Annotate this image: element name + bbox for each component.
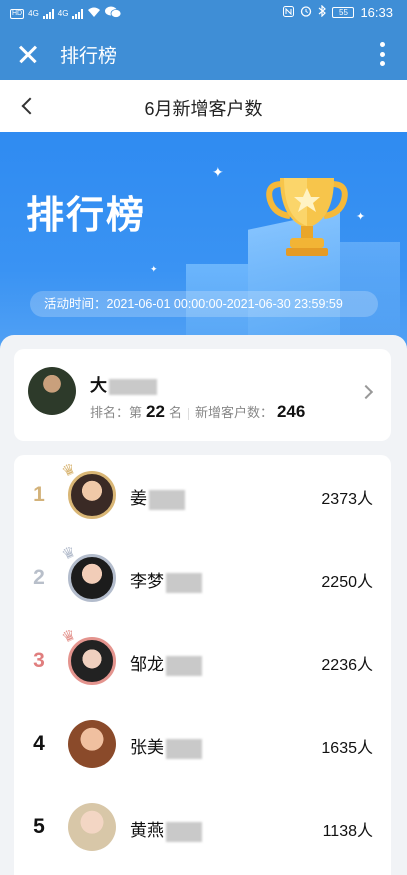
hd-badge: HD — [10, 8, 25, 19]
member-name: 黄燕 — [130, 816, 202, 842]
my-name: 大 — [90, 371, 157, 396]
member-name-text: 李梦 — [130, 572, 164, 591]
name-mask — [166, 738, 202, 759]
sparkle-icon: ✦ — [356, 211, 366, 223]
rank-number: 3 — [33, 649, 45, 672]
member-value: 2373人 — [321, 491, 373, 508]
list-item[interactable]: 4 张美 1635人 — [14, 704, 391, 787]
member-name-text: 张美 — [130, 738, 164, 757]
activity-time: 活动时间：2021-06-01 00:00:00-2021-06-30 23:5… — [30, 291, 378, 317]
my-name-text: 大 — [90, 376, 107, 395]
rank-prefix: 排名：第 — [90, 405, 143, 420]
my-metric-value: 246 — [276, 402, 306, 421]
more-options-icon[interactable] — [379, 42, 385, 66]
member-name-text: 黄燕 — [130, 821, 164, 840]
status-right: 55 16:33 — [283, 4, 393, 20]
rank-suffix: 名 — [168, 405, 182, 420]
member-name: 姜 — [130, 484, 185, 510]
network-label: 4G — [57, 9, 69, 18]
ranking-list: 1 ♛ 姜 2373人 2 ♛ 李梦 2250人 3 ♛ 邹龙 2236人 4 … — [14, 455, 391, 875]
member-name-text: 姜 — [130, 489, 147, 508]
nfc-icon — [283, 5, 295, 20]
trophy-icon — [266, 178, 348, 256]
sparkle-icon: ✦ — [212, 164, 224, 180]
chevron-right-icon[interactable] — [358, 384, 374, 400]
name-mask — [166, 821, 202, 842]
wifi-icon — [87, 7, 101, 21]
member-name: 张美 — [130, 733, 202, 759]
list-item[interactable]: 2 ♛ 李梦 2250人 — [14, 538, 391, 621]
my-stats: 排名：第 22 名新增客户数： 246 — [90, 402, 309, 422]
rank-number: 1 — [33, 483, 45, 506]
member-name-text: 邹龙 — [130, 655, 164, 674]
close-icon[interactable] — [14, 40, 42, 68]
name-mask — [149, 489, 185, 510]
name-mask — [166, 655, 202, 676]
avatar — [68, 554, 116, 602]
network-label: 4G — [28, 9, 39, 18]
divider — [187, 407, 189, 420]
my-rank-value: 22 — [146, 402, 165, 421]
avatar — [68, 803, 116, 851]
signal-icon — [42, 8, 54, 19]
avatar — [68, 720, 116, 768]
banner-title: 排行榜 — [26, 195, 147, 237]
member-value: 1138人 — [322, 823, 373, 840]
avatar — [68, 637, 116, 685]
member-name: 邹龙 — [130, 650, 202, 676]
bluetooth-icon — [318, 4, 327, 20]
list-item[interactable]: 3 ♛ 邹龙 2236人 — [14, 621, 391, 704]
signal-icon — [72, 8, 84, 19]
member-value: 1635人 — [321, 740, 373, 757]
status-left: HD 4G 4G — [10, 6, 122, 21]
app-title: 排行榜 — [60, 46, 118, 67]
name-mask — [166, 572, 202, 593]
content-area: 大 排名：第 22 名新增客户数： 246 1 ♛ 姜 2373人 2 ♛ 李梦 22… — [0, 335, 407, 875]
battery-icon: 55 — [332, 7, 355, 18]
leaderboard-banner: ✦ ✦ ✦ 排行榜 活动时间：2021-06-01 00:00:00-2021-… — [0, 132, 407, 362]
status-bar: HD 4G 4G 55 16:33 — [0, 0, 407, 28]
rank-number: 2 — [33, 566, 45, 589]
member-value: 2236人 — [321, 657, 373, 674]
list-item[interactable]: 1 ♛ 姜 2373人 — [14, 455, 391, 538]
page-title: 6月新增客户数 — [144, 99, 263, 119]
sparkle-icon: ✦ — [150, 264, 158, 274]
member-value: 2250人 — [321, 574, 373, 591]
avatar — [28, 367, 76, 415]
alarm-icon — [300, 5, 312, 20]
list-item[interactable]: 5 黄燕 1138人 — [14, 787, 391, 870]
app-bar: 排行榜 — [0, 28, 407, 80]
page-header: 6月新增客户数 — [0, 80, 407, 132]
my-rank-card[interactable]: 大 排名：第 22 名新增客户数： 246 — [14, 349, 391, 441]
avatar — [68, 471, 116, 519]
status-time: 16:33 — [360, 5, 393, 20]
member-name: 李梦 — [130, 567, 202, 593]
rank-number: 5 — [33, 815, 45, 838]
name-mask — [109, 378, 157, 395]
wechat-icon — [105, 6, 122, 21]
metric-label: 新增客户数： — [194, 405, 273, 420]
rank-number: 4 — [33, 732, 45, 755]
